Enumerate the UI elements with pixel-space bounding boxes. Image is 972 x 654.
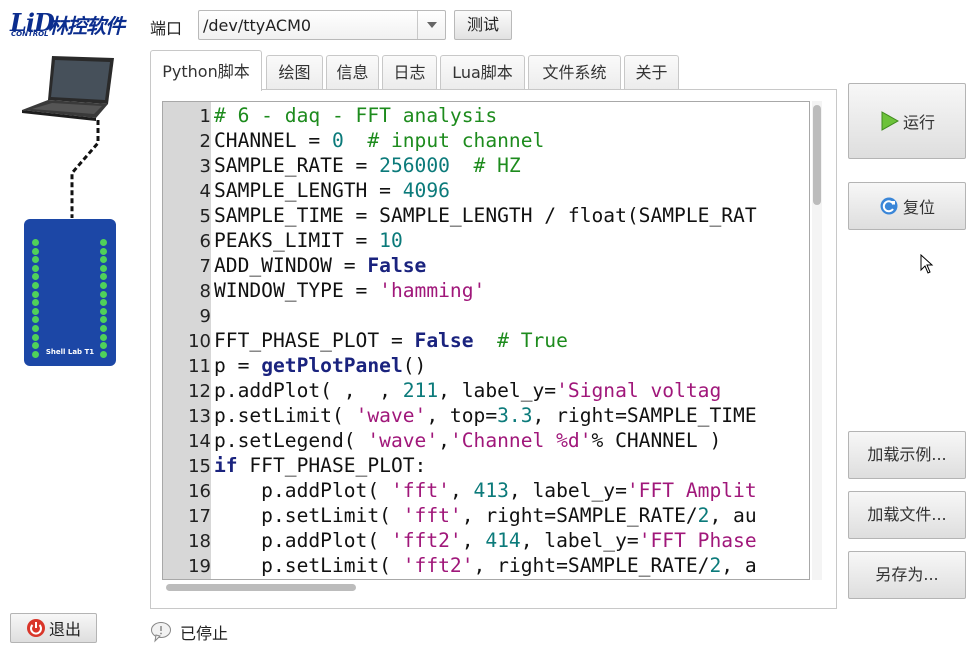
quit-button[interactable]: 退出 — [10, 613, 97, 643]
code-line: p.setLimit( 'fft', right=SAMPLE_RATE/2, … — [214, 504, 757, 527]
speech-bubble-icon — [151, 622, 171, 643]
code-line: # 6 - daq - FFT analysis — [214, 104, 498, 127]
tab-about[interactable]: 关于 — [624, 55, 679, 90]
code-line: p.setLimit( 'wave', top=3.3, right=SAMPL… — [214, 404, 757, 427]
tab-lua-script[interactable]: Lua脚本 — [440, 55, 525, 90]
code-line: p.addPlot( 'fft2', 414, label_y='FFT Pha… — [214, 529, 757, 552]
code-line: SAMPLE_TIME = SAMPLE_LENGTH / float(SAMP… — [214, 204, 757, 227]
logo-control-text: CONTROL — [11, 30, 49, 38]
test-button[interactable]: 测试 — [454, 10, 512, 40]
horizontal-scrollbar[interactable] — [162, 582, 810, 592]
port-select-value: /dev/ttyACM0 — [203, 16, 312, 35]
tab-log[interactable]: 日志 — [382, 55, 437, 90]
line-number: 7 — [199, 256, 211, 277]
line-number: 9 — [199, 306, 211, 327]
status-text: 已停止 — [180, 624, 229, 643]
line-number: 18 — [188, 531, 211, 552]
line-number: 14 — [188, 431, 211, 452]
run-button-label: 运行 — [902, 113, 935, 132]
load-example-button[interactable]: 加载示例... — [848, 431, 966, 479]
play-icon — [881, 111, 899, 131]
reset-button-label: 复位 — [902, 198, 935, 217]
code-line: p.setLegend( 'wave','Channel %d'% CHANNE… — [214, 429, 722, 452]
line-number: 15 — [188, 456, 211, 477]
line-number: 12 — [188, 381, 211, 402]
refresh-icon — [880, 197, 898, 215]
code-line: p = getPlotPanel() — [214, 354, 427, 377]
pin-row-right — [100, 239, 108, 359]
line-number: 13 — [188, 406, 211, 427]
vertical-scrollbar[interactable] — [812, 101, 822, 580]
code-line: CHANNEL = 0 # input channel — [214, 129, 545, 152]
code-line: p.addPlot( 'fft', 413, label_y='FFT Ampl… — [214, 479, 757, 502]
cable-icon — [70, 120, 100, 218]
line-number: 4 — [199, 181, 211, 202]
tab-plot[interactable]: 绘图 — [266, 55, 323, 90]
line-number: 11 — [188, 356, 211, 377]
mouse-cursor-icon — [920, 254, 934, 274]
quit-button-label: 退出 — [48, 620, 81, 639]
logo-company-name: 林控软件 — [48, 14, 125, 38]
reset-button[interactable]: 复位 — [848, 182, 966, 230]
line-number: 16 — [188, 481, 211, 502]
line-number: 5 — [199, 206, 211, 227]
port-select[interactable]: /dev/ttyACM0 — [198, 10, 446, 40]
scroll-thumb[interactable] — [166, 584, 356, 591]
code-line: PEAKS_LIMIT = 10 — [214, 229, 403, 252]
tab-info[interactable]: 信息 — [326, 55, 379, 90]
save-as-button[interactable]: 另存为... — [848, 551, 966, 599]
code-line: FFT_PHASE_PLOT = False # True — [214, 329, 568, 352]
code-editor[interactable]: 1 2 3 4 5 6 7 8 9 10 11 12 13 14 15 16 1… — [162, 101, 810, 580]
pin-row-left — [32, 239, 40, 359]
run-button[interactable]: 运行 — [848, 83, 966, 159]
code-line: SAMPLE_LENGTH = 4096 — [214, 179, 450, 202]
line-number: 1 — [199, 106, 211, 127]
power-icon — [26, 619, 45, 637]
scroll-thumb[interactable] — [813, 105, 821, 205]
code-line: p.addPlot( , , 211, label_y='Signal volt… — [214, 379, 722, 402]
line-number: 6 — [199, 231, 211, 252]
tab-file-system[interactable]: 文件系统 — [528, 55, 621, 90]
line-number: 17 — [188, 506, 211, 527]
load-file-button[interactable]: 加载文件... — [848, 491, 966, 539]
line-number: 19 — [188, 556, 211, 577]
line-number: 2 — [199, 131, 211, 152]
code-line: ADD_WINDOW = False — [214, 254, 427, 277]
tab-python-script[interactable]: Python脚本 — [150, 50, 262, 91]
chevron-down-icon[interactable] — [417, 11, 445, 39]
line-number: 8 — [199, 281, 211, 302]
line-number: 3 — [199, 156, 211, 177]
status-bar: 已停止 — [150, 620, 228, 644]
code-line: WINDOW_TYPE = 'hamming' — [214, 279, 486, 302]
app-logo: LiD CONTROL 林控软件 — [10, 8, 130, 40]
code-line: p.setLimit( 'fft2', right=SAMPLE_RATE/2,… — [214, 554, 757, 577]
line-number-gutter: 1 2 3 4 5 6 7 8 9 10 11 12 13 14 15 16 1… — [163, 102, 211, 579]
line-number: 10 — [188, 331, 211, 352]
device-label: Shell Lab T1 — [45, 348, 95, 356]
port-label: 端口 — [150, 19, 183, 38]
code-line: SAMPLE_RATE = 256000 # HZ — [214, 154, 521, 177]
device-board-image: Shell Lab T1 — [24, 219, 116, 366]
code-line: if FFT_PHASE_PLOT: — [214, 454, 427, 477]
